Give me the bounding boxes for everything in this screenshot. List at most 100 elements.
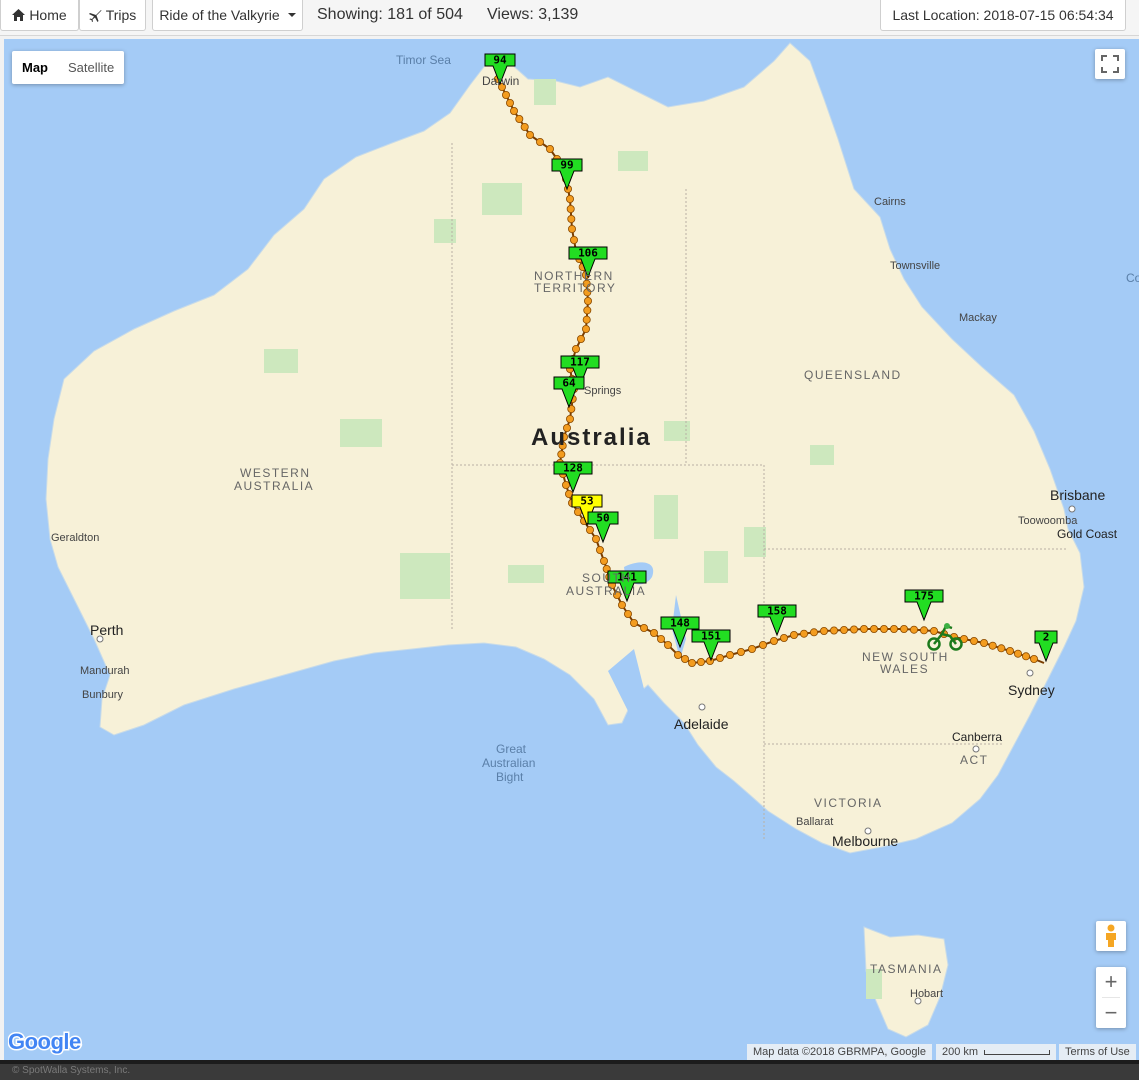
track-point[interactable] (780, 634, 789, 643)
track-point[interactable] (501, 91, 510, 100)
track-point[interactable] (509, 107, 518, 116)
track-point[interactable] (570, 235, 579, 244)
track-point[interactable] (624, 610, 633, 619)
track-point[interactable] (770, 637, 779, 646)
track-point[interactable] (1014, 649, 1023, 658)
marker-label: 64 (562, 377, 576, 390)
track-point[interactable] (568, 224, 577, 233)
trip-select-dropdown[interactable]: Ride of the Valkyrie (152, 0, 303, 31)
track-point[interactable] (1006, 647, 1015, 656)
track-point[interactable] (910, 625, 919, 634)
track-point[interactable] (536, 138, 545, 147)
track-point[interactable] (520, 123, 529, 132)
label-ballarat: Ballarat (796, 816, 833, 828)
track-point[interactable] (810, 628, 819, 637)
track-point[interactable] (850, 625, 859, 634)
track-point[interactable] (566, 194, 575, 203)
label-victoria: VICTORIA (814, 796, 882, 810)
scale-bar[interactable]: 200 km (936, 1044, 1057, 1060)
home-button[interactable]: Home (0, 0, 79, 31)
track-point[interactable] (592, 534, 601, 543)
trips-button[interactable]: Trips (79, 0, 146, 31)
label-darwin: Darwin (482, 74, 519, 88)
track-point[interactable] (562, 480, 571, 489)
track-point[interactable] (650, 629, 659, 638)
page-footer: © SpotWalla Systems, Inc. (0, 1060, 1139, 1080)
track-point[interactable] (759, 641, 768, 650)
fullscreen-button[interactable] (1095, 49, 1125, 79)
street-view-button[interactable] (1096, 921, 1126, 951)
zoom-out-button[interactable]: − (1096, 998, 1126, 1028)
track-point[interactable] (830, 626, 839, 635)
track-point[interactable] (583, 306, 592, 315)
track-point[interactable] (870, 625, 879, 634)
track-point[interactable] (997, 644, 1006, 653)
track-point[interactable] (970, 637, 979, 646)
top-toolbar: Home Trips Ride of the Valkyrie Showing:… (0, 0, 1139, 36)
last-location-button[interactable]: Last Location: 2018-07-15 06:54:34 (880, 0, 1126, 31)
track-point[interactable] (930, 627, 939, 636)
label-tasmania: TASMANIA (870, 962, 942, 976)
track-point[interactable] (630, 619, 639, 628)
label-townsville: Townsville (890, 260, 940, 272)
track-point[interactable] (557, 450, 566, 459)
svg-text:Google: Google (8, 1029, 81, 1054)
track-point[interactable] (681, 655, 690, 664)
track-point[interactable] (900, 625, 909, 634)
track-point[interactable] (515, 115, 524, 124)
track-point[interactable] (596, 545, 605, 554)
track-point[interactable] (890, 625, 899, 634)
label-canberra: Canberra (952, 730, 1002, 744)
track-point[interactable] (567, 214, 576, 223)
track-point[interactable] (566, 414, 575, 423)
showing-count: Showing: 181 of 504 (317, 6, 463, 23)
track-point[interactable] (840, 626, 849, 635)
track-point[interactable] (688, 659, 697, 668)
label-western-australia-1: WESTERN (240, 466, 311, 480)
pegman-icon (1106, 924, 1116, 947)
track-point[interactable] (586, 525, 595, 534)
map-type-map-button[interactable]: Map (12, 51, 58, 84)
zoom-in-button[interactable]: + (1096, 967, 1126, 997)
track-point[interactable] (716, 654, 725, 663)
track-point[interactable] (697, 658, 706, 667)
track-point[interactable] (577, 334, 586, 343)
track-point[interactable] (726, 651, 735, 660)
track-point[interactable] (920, 626, 929, 635)
map-type-satellite-button[interactable]: Satellite (58, 51, 124, 84)
track-point[interactable] (860, 625, 869, 634)
track-point[interactable] (640, 624, 649, 633)
track-point[interactable] (566, 204, 575, 213)
track-point[interactable] (790, 631, 799, 640)
last-location-label: Last Location: 2018-07-15 06:54:34 (892, 7, 1114, 23)
track-point[interactable] (988, 641, 997, 650)
track-point[interactable] (980, 639, 989, 648)
track-point[interactable] (1030, 655, 1039, 664)
track-point[interactable] (572, 344, 581, 353)
label-australia: Australia (531, 424, 652, 451)
track-point[interactable] (748, 645, 757, 654)
track-point[interactable] (584, 296, 593, 305)
label-nsw-2: WALES (880, 662, 929, 676)
track-point[interactable] (600, 557, 609, 566)
track-point[interactable] (800, 629, 809, 638)
track-point[interactable] (664, 641, 673, 650)
track-point[interactable] (737, 648, 746, 657)
track-point[interactable] (1022, 652, 1031, 661)
track-point[interactable] (618, 601, 627, 610)
scale-line (984, 1049, 1051, 1055)
label-queensland: QUEENSLAND (804, 368, 902, 382)
track-point[interactable] (820, 627, 829, 636)
map-base-layer: 94991061176412853501411481511581752 Timo… (45, 42, 1139, 1038)
track-point[interactable] (505, 99, 514, 108)
track-point[interactable] (674, 651, 683, 660)
track-point[interactable] (526, 131, 535, 140)
track-point[interactable] (582, 315, 591, 324)
track-point[interactable] (880, 625, 889, 634)
track-point[interactable] (546, 145, 555, 154)
track-point[interactable] (582, 324, 591, 333)
track-point[interactable] (657, 635, 666, 644)
map-canvas[interactable]: 94 99 106 117 64 128 53 50 141 148 151 158 175 2 Timo… (4, 39, 1139, 1060)
terms-of-use-link[interactable]: Terms of Use (1059, 1044, 1136, 1060)
marker-label: 148 (670, 617, 690, 630)
